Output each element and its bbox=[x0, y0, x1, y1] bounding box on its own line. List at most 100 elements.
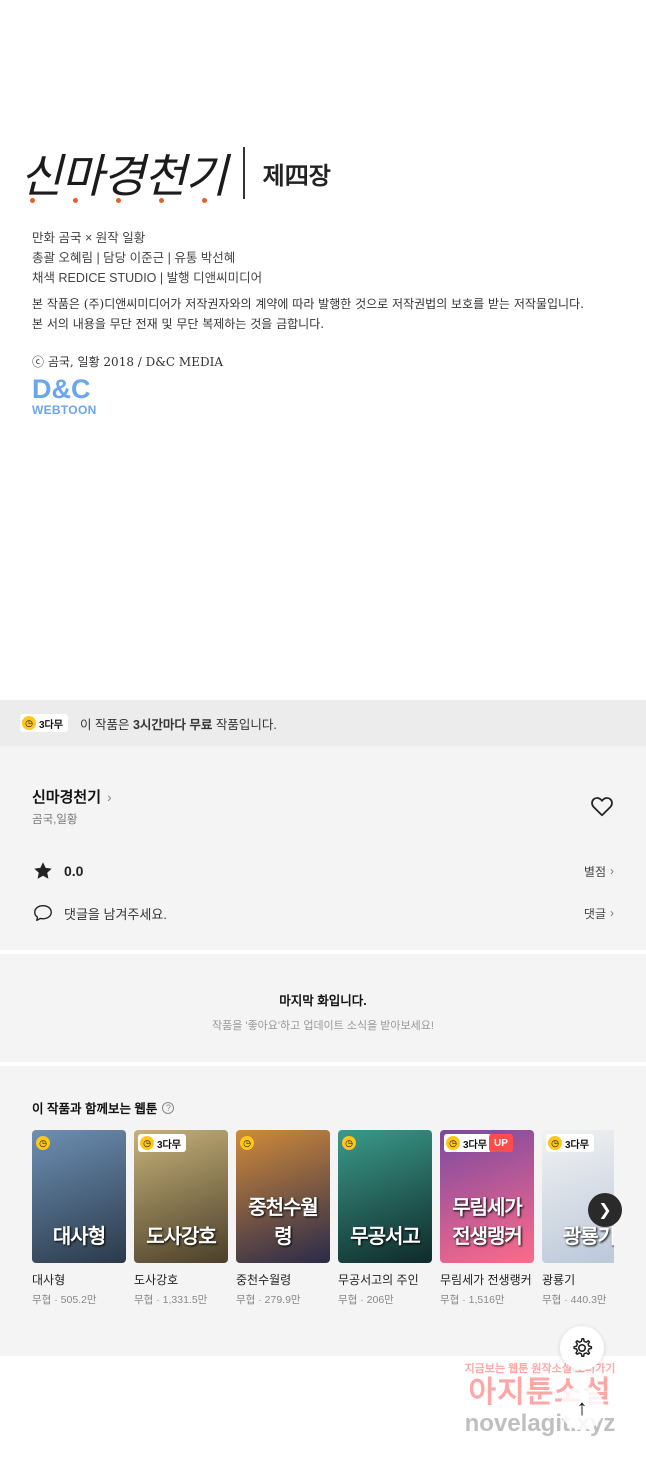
cover-thumbnail[interactable]: ◷ 3다무 UP 무림세가 전생랭커 bbox=[440, 1130, 534, 1263]
card-title: 중천수월령 bbox=[236, 1273, 292, 1287]
series-title: 신마경천기 bbox=[32, 789, 102, 806]
cover-title: 대사형 bbox=[52, 1224, 106, 1248]
comment-link-label: 댓글 bbox=[583, 906, 606, 921]
comment-row[interactable]: 댓글을 남겨주세요. 댓글 › bbox=[32, 902, 614, 924]
card-meta: 무협 · 1,331.5만 bbox=[134, 1294, 208, 1306]
cover-title: 중천수월령 bbox=[248, 1195, 319, 1248]
help-icon[interactable]: ? bbox=[162, 1101, 175, 1114]
chevron-right-icon: › bbox=[610, 906, 614, 920]
clock-icon: ◷ bbox=[140, 1136, 154, 1150]
title-divider bbox=[242, 147, 245, 199]
copyright-notice: 본 작품은 (주)디앤씨미디어가 저작권자와의 계약에 따라 발행한 것으로 저… bbox=[32, 294, 584, 334]
card-title: 무림세가 전생랭커 bbox=[440, 1273, 532, 1287]
cover-title: 무림세가 전생랭커 bbox=[452, 1195, 523, 1248]
logo-subtext: WEBTOON bbox=[32, 403, 97, 417]
recommendation-card[interactable]: ◷ 3다무 도사강호 도사강호 무협 · 1,331.5만 bbox=[134, 1130, 228, 1307]
card-meta: 무협 · 440.3만 bbox=[542, 1294, 607, 1306]
rating-row: 0.0 별점 › bbox=[32, 860, 614, 882]
comment-icon bbox=[34, 904, 52, 922]
series-info-panel: 신마경천기 › 곰국,일황 0.0 별점 › 댓글을 남겨주세요. 댓글 › bbox=[0, 746, 646, 950]
wait-free-badge: ◷ 3다무 bbox=[138, 1134, 186, 1152]
scroll-top-button[interactable]: ↑ bbox=[560, 1386, 604, 1430]
update-badge: UP bbox=[489, 1134, 513, 1152]
free-text-suffix: 작품입니다. bbox=[215, 717, 277, 732]
badge-label: 3다무 bbox=[463, 1139, 487, 1151]
credit-title-row: 신마경천기 제四장 bbox=[20, 140, 331, 206]
free-info-bar: ◷ 3다무 이 작품은 3시간마다 무료 작품입니다. bbox=[0, 700, 646, 746]
dc-webtoon-logo: D&C WEBTOON bbox=[32, 375, 112, 417]
recommendation-title: 이 작품과 함께보는 웹툰 ? bbox=[32, 1098, 175, 1117]
credit-page: 신마경천기 제四장 만화 곰국 × 원작 일황 총괄 오혜림 | 담당 이준근 … bbox=[0, 0, 646, 700]
settings-button[interactable] bbox=[560, 1326, 604, 1370]
watermark-main: 아지툰소설 bbox=[468, 1376, 612, 1409]
arrow-up-icon: ↑ bbox=[576, 1395, 588, 1420]
wait-free-badge: ◷ 3다무 bbox=[20, 714, 68, 732]
recommendation-carousel: ◷ 대사형 대사형 무협 · 505.2만 ◷ 3다무 도사강호 도사강호 무협 · 1,331… bbox=[32, 1130, 614, 1350]
card-title: 광룡기 bbox=[542, 1273, 576, 1287]
clock-icon: ◷ bbox=[446, 1136, 460, 1150]
chapter-label: 제四장 bbox=[262, 160, 331, 190]
chevron-right-icon: ❯ bbox=[598, 1202, 612, 1219]
watermark: 지금보는 웹툰 원작소설 보러가기 아지툰소설 novelagit.xyz bbox=[440, 1360, 640, 1438]
cover-title: 무공서고 bbox=[350, 1224, 421, 1248]
cover-thumbnail[interactable]: ◷ 3다무도사강호 bbox=[134, 1130, 228, 1263]
credit-line: 채색 REDICE STUDIO | 발행 디앤씨미디어 bbox=[32, 271, 263, 285]
card-title: 대사형 bbox=[32, 1273, 66, 1287]
carousel-next-button[interactable]: ❯ bbox=[588, 1193, 622, 1227]
wait-free-badge: ◷ 3다무 bbox=[444, 1134, 492, 1152]
clock-icon: ◷ bbox=[36, 1136, 50, 1150]
wait-free-badge: ◷ bbox=[240, 1134, 257, 1152]
cover-thumbnail[interactable]: ◷ 중천수월령 bbox=[236, 1130, 330, 1263]
copyright-text: ⓒ 곰국, 일황 2018 / D&C MEDIA bbox=[32, 355, 224, 369]
recommendation-card[interactable]: ◷ 3다무 UP 무림세가 전생랭커 무림세가 전생랭커 무협 · 1,516만 bbox=[440, 1130, 534, 1307]
last-chapter-panel: 마지막 화입니다. 작품을 '좋아요'하고 업데이트 소식을 받아보세요! bbox=[0, 954, 646, 1062]
series-author: 곰국,일황 bbox=[32, 814, 78, 826]
clock-icon: ◷ bbox=[22, 716, 36, 730]
free-text-prefix: 이 작품은 bbox=[79, 717, 130, 732]
notice-line: 본 서의 내용을 무단 전재 및 무단 복제하는 것을 금합니다. bbox=[32, 317, 325, 331]
recommendation-title-text: 이 작품과 함께보는 웹툰 bbox=[32, 1102, 158, 1116]
chevron-right-icon: › bbox=[107, 788, 112, 805]
clock-icon: ◷ bbox=[240, 1136, 254, 1150]
watermark-top: 지금보는 웹툰 원작소설 보러가기 bbox=[464, 1363, 616, 1375]
rating-link[interactable]: 별점 › bbox=[584, 863, 614, 880]
recommendation-card[interactable]: ◷ 무공서고무공서고의 주인무협 · 206만 bbox=[338, 1130, 432, 1307]
credit-line: 만화 곰국 × 원작 일황 bbox=[32, 231, 146, 245]
badge-label: 3다무 bbox=[157, 1139, 181, 1151]
cover-title: 도사강호 bbox=[146, 1224, 217, 1248]
notice-line: 본 작품은 (주)디앤씨미디어가 저작권자와의 계약에 따라 발행한 것으로 저… bbox=[32, 297, 584, 311]
star-icon bbox=[34, 862, 52, 879]
card-meta: 무협 · 1,516만 bbox=[440, 1294, 505, 1306]
card-meta: 무협 · 279.9만 bbox=[236, 1294, 301, 1306]
badge-label: 3다무 bbox=[565, 1139, 589, 1151]
card-meta: 무협 · 206만 bbox=[338, 1294, 394, 1306]
rating-value: 0.0 bbox=[64, 863, 84, 879]
cover-thumbnail[interactable]: ◷ 대사형 bbox=[32, 1130, 126, 1263]
clock-icon: ◷ bbox=[342, 1136, 356, 1150]
wait-free-badge: ◷ bbox=[342, 1134, 359, 1152]
comment-placeholder: 댓글을 남겨주세요. bbox=[64, 906, 167, 922]
gear-icon bbox=[573, 1338, 593, 1358]
title-decoration-dots bbox=[30, 198, 207, 203]
free-text-bold: 3시간마다 무료 bbox=[132, 717, 213, 732]
card-title: 무공서고의 주인 bbox=[338, 1273, 419, 1287]
cover-thumbnail[interactable]: ◷ 무공서고 bbox=[338, 1130, 432, 1263]
series-title-link[interactable]: 신마경천기 › bbox=[32, 786, 112, 807]
recommendation-card[interactable]: ◷ 대사형 대사형 무협 · 505.2만 bbox=[32, 1130, 126, 1307]
clock-icon: ◷ bbox=[548, 1136, 562, 1150]
credit-lines: 만화 곰국 × 원작 일황 총괄 오혜림 | 담당 이준근 | 유통 박선혜 채… bbox=[32, 228, 262, 288]
comment-link[interactable]: 댓글 › bbox=[584, 905, 614, 922]
credit-line: 총괄 오혜림 | 담당 이준근 | 유통 박선혜 bbox=[32, 251, 236, 265]
recommendation-card[interactable]: ◷ 중천수월령 중천수월령 무협 · 279.9만 bbox=[236, 1130, 330, 1307]
card-title: 도사강호 bbox=[134, 1273, 179, 1287]
watermark-url: novelagit.xyz bbox=[464, 1410, 616, 1437]
chevron-right-icon: › bbox=[610, 864, 614, 878]
last-chapter-title: 마지막 화입니다. bbox=[279, 994, 367, 1008]
heart-icon[interactable] bbox=[589, 793, 615, 819]
wait-free-badge: ◷ bbox=[36, 1134, 53, 1152]
last-chapter-subtitle: 작품을 '좋아요'하고 업데이트 소식을 받아보세요! bbox=[212, 1020, 434, 1032]
wait-free-badge: ◷ 3다무 bbox=[546, 1134, 594, 1152]
series-title-logo: 신마경천기 bbox=[20, 149, 228, 203]
card-meta: 무협 · 505.2만 bbox=[32, 1294, 97, 1306]
badge-label: 3다무 bbox=[39, 719, 63, 731]
